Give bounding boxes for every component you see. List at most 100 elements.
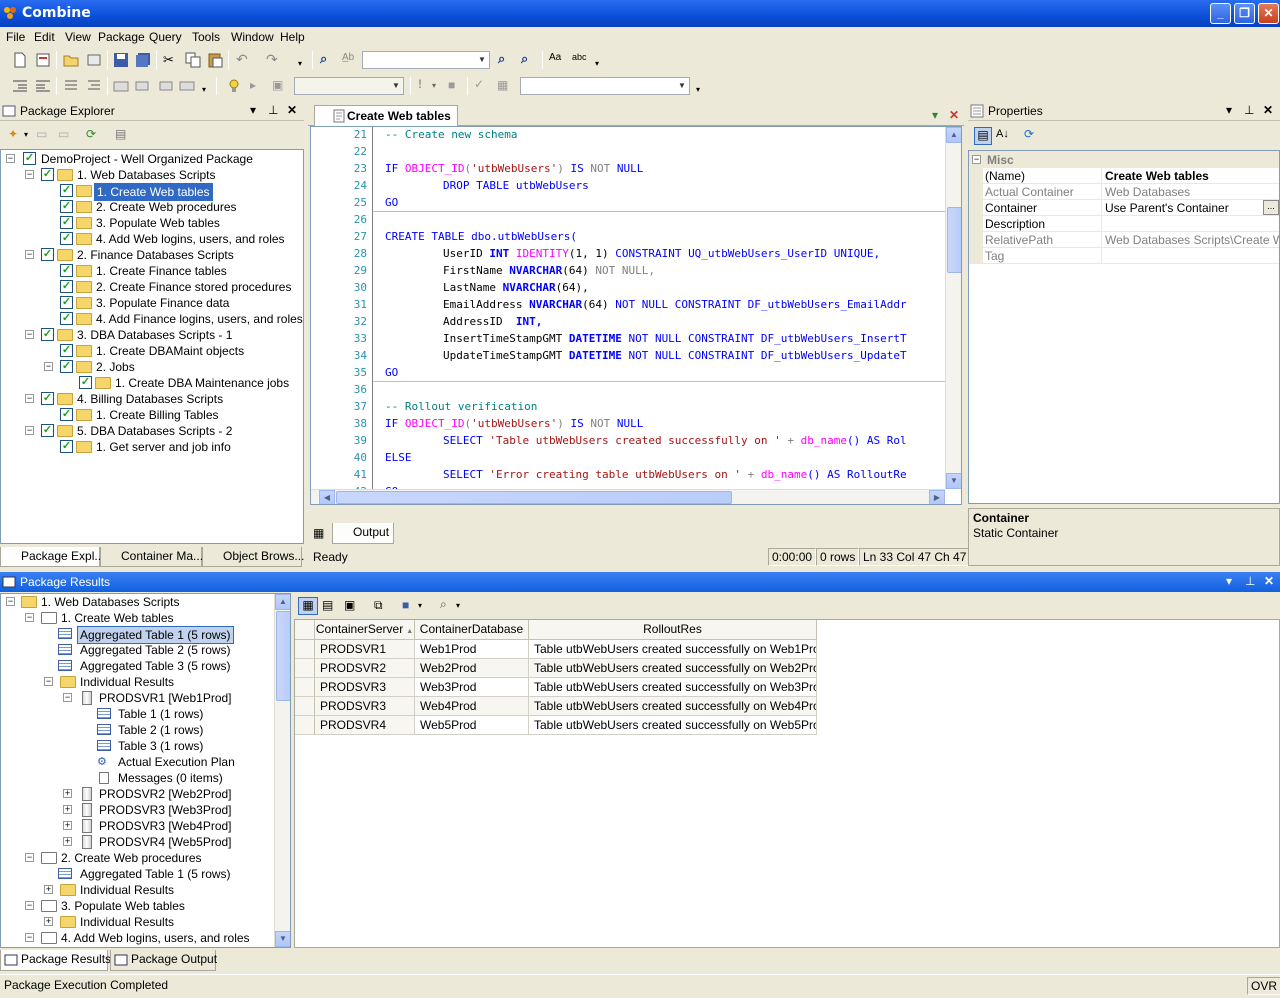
collapse-icon[interactable]: − — [44, 677, 53, 686]
minimize-button[interactable]: _ — [1210, 3, 1231, 24]
tab-output[interactable]: Output — [332, 523, 394, 544]
row-header[interactable] — [295, 640, 315, 659]
redo-icon[interactable]: ↷ — [266, 51, 282, 67]
grid-cell[interactable]: Web1Prod — [415, 640, 529, 659]
grid-cell[interactable]: Web4Prod — [415, 697, 529, 716]
checkbox[interactable]: ✓ — [41, 328, 54, 341]
collapse-icon[interactable]: − — [44, 362, 53, 371]
menu-edit[interactable]: Edit — [34, 30, 55, 44]
expand-icon[interactable]: + — [63, 789, 72, 798]
tree-node-script[interactable]: ✓ 1. Get server and job info — [1, 439, 301, 455]
cut-icon[interactable]: ✂ — [163, 52, 179, 68]
properties-icon[interactable]: ▤ — [115, 127, 131, 143]
copy-icon[interactable] — [185, 52, 201, 68]
uncomment-icon[interactable] — [86, 78, 102, 94]
column-header[interactable]: ContainerDatabase — [415, 620, 529, 640]
grid-cell[interactable]: Web5Prod — [415, 716, 529, 735]
collapse-icon[interactable]: − — [25, 170, 34, 179]
tree-node-script[interactable]: ✓ 1. Create DBA Maintenance jobs — [1, 375, 301, 391]
stop-icon[interactable]: ■ — [448, 78, 464, 94]
whole-word-icon[interactable]: abc — [572, 52, 588, 68]
parse-icon[interactable]: ▣ — [272, 78, 288, 94]
grid-cell[interactable]: Table utbWebUsers created successfully o… — [529, 640, 817, 659]
grid-cell[interactable]: Table utbWebUsers created successfully o… — [529, 697, 817, 716]
menu-tools[interactable]: Tools — [192, 30, 220, 44]
match-case-icon[interactable]: Aa — [549, 52, 565, 68]
grid-cell[interactable]: Table utbWebUsers created successfully o… — [529, 716, 817, 735]
database-combo[interactable]: ▼ — [294, 77, 404, 95]
grid-view-icon[interactable]: ▦ — [298, 597, 318, 615]
checkbox[interactable]: ✓ — [79, 376, 92, 389]
expand-icon[interactable]: + — [44, 917, 53, 926]
checkbox[interactable]: ✓ — [60, 264, 73, 277]
checkbox[interactable]: ✓ — [60, 296, 73, 309]
zoom-icon[interactable]: ⌕ — [440, 597, 456, 613]
tree-node-script[interactable]: ✓ 2. Create Finance stored procedures — [1, 279, 301, 295]
collapse-icon[interactable]: − — [25, 250, 34, 259]
checkmark-icon[interactable]: ✓ — [474, 77, 490, 93]
tree-node-script[interactable]: ✓ 1. Create Billing Tables — [1, 407, 301, 423]
prev-bookmark-icon[interactable] — [135, 78, 151, 94]
checkbox[interactable]: ✓ — [60, 360, 73, 373]
new-package-icon[interactable] — [35, 52, 51, 68]
grid-cell[interactable]: PRODSVR2 — [315, 659, 415, 678]
tree-node-script[interactable]: ✓ 3. Populate Web tables — [1, 215, 301, 231]
chevron-down-icon[interactable]: ▾ — [432, 81, 448, 97]
find-icon[interactable]: ⌕ — [320, 51, 336, 67]
grid-cell[interactable]: PRODSVR3 — [315, 697, 415, 716]
open-recent-icon[interactable] — [86, 52, 102, 68]
close-icon[interactable]: ✕ — [1264, 574, 1274, 588]
scroll-thumb[interactable] — [336, 491, 732, 504]
chevron-down-icon[interactable]: ▾ — [1226, 574, 1232, 588]
add-folder-icon[interactable]: ▭ — [36, 127, 52, 143]
column-header[interactable]: RolloutRes — [529, 620, 817, 640]
tree-node-folder[interactable]: − ✓ 1. Web Databases Scripts — [1, 167, 301, 183]
pin-icon[interactable]: ⊥ — [1244, 103, 1254, 117]
tab-package-output[interactable]: Package Output — [110, 950, 217, 971]
collapse-icon[interactable]: − — [972, 155, 981, 164]
menu-package[interactable]: Package — [98, 30, 145, 44]
collapse-icon[interactable]: − — [25, 901, 34, 910]
tree-node-folder[interactable]: − ✓ 4. Billing Databases Scripts — [1, 391, 301, 407]
close-icon[interactable]: ✕ — [949, 108, 959, 122]
target-combo[interactable]: ▼ — [520, 77, 690, 95]
bookmark-icon[interactable] — [113, 78, 129, 94]
checkbox[interactable]: ✓ — [60, 408, 73, 421]
grid-cell[interactable]: Table utbWebUsers created successfully o… — [529, 678, 817, 697]
find-combo[interactable]: ▼ — [362, 51, 490, 69]
scroll-thumb[interactable] — [947, 207, 961, 273]
find-previous-icon[interactable]: ⌕ — [521, 51, 537, 67]
checkbox[interactable]: ✓ — [41, 168, 54, 181]
checkbox[interactable]: ✓ — [41, 392, 54, 405]
column-header[interactable]: ContainerServer ▲ — [315, 620, 415, 640]
grid-cell[interactable]: Web3Prod — [415, 678, 529, 697]
expand-icon[interactable]: + — [63, 837, 72, 846]
save-icon[interactable] — [113, 52, 129, 68]
up-folder-icon[interactable]: ▭ — [58, 127, 74, 143]
grid-cell[interactable]: PRODSVR3 — [315, 678, 415, 697]
refresh-icon[interactable]: ⟳ — [86, 127, 102, 143]
collapse-icon[interactable]: − — [6, 154, 15, 163]
row-header[interactable] — [295, 678, 315, 697]
grid-cell[interactable]: PRODSVR4 — [315, 716, 415, 735]
scroll-up-icon[interactable]: ▲ — [946, 127, 961, 143]
menu-view[interactable]: View — [65, 30, 91, 44]
collapse-icon[interactable]: − — [25, 853, 34, 862]
clear-bookmarks-icon[interactable] — [179, 78, 195, 94]
next-bookmark-icon[interactable] — [157, 78, 173, 94]
scroll-thumb[interactable] — [276, 611, 290, 701]
new-icon[interactable] — [12, 52, 28, 68]
property-value[interactable]: Create Web tables — [1103, 168, 1279, 184]
tab-package-results[interactable]: Package Results — [0, 950, 111, 971]
property-value[interactable] — [1103, 216, 1279, 232]
execute-icon[interactable]: ▸ — [250, 78, 266, 94]
sort-alpha-icon[interactable]: A↓ — [996, 128, 1012, 144]
save-all-icon[interactable] — [135, 52, 151, 68]
outdent-icon[interactable] — [35, 78, 51, 94]
undo-icon[interactable]: ↶ — [236, 51, 252, 67]
tree-node-folder[interactable]: − ✓ 3. DBA Databases Scripts - 1 — [1, 327, 301, 343]
chevron-down-icon[interactable]: ▾ — [932, 108, 938, 122]
tab-container-manager[interactable]: Container Ma... — [100, 547, 203, 567]
menu-file[interactable]: File — [6, 30, 25, 44]
checkbox[interactable]: ✓ — [60, 232, 73, 245]
